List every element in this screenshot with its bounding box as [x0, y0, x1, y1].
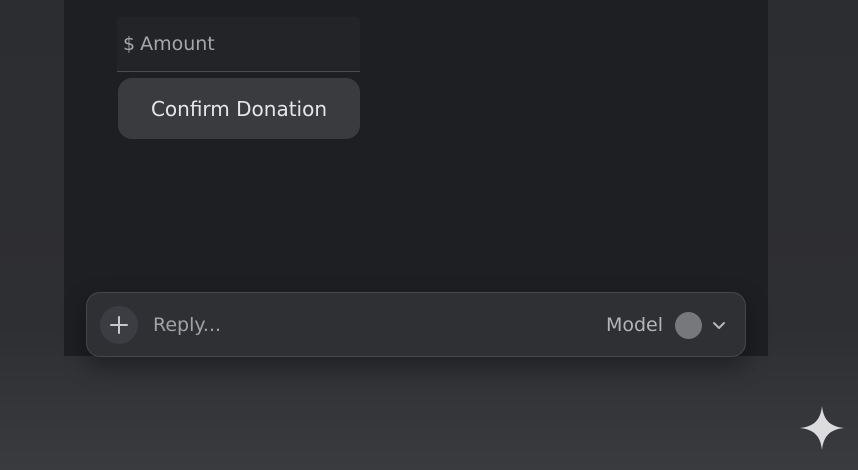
confirm-donation-button[interactable]: Confirm Donation: [118, 78, 360, 139]
model-label: Model: [605, 314, 663, 336]
reply-input[interactable]: [153, 307, 533, 343]
chevron-down-icon: [711, 317, 727, 333]
amount-field[interactable]: $ Amount: [117, 17, 360, 72]
model-status-icon: [675, 311, 702, 339]
add-attachment-button[interactable]: [100, 306, 138, 344]
currency-symbol: $: [123, 33, 136, 55]
amount-placeholder: Amount: [140, 33, 215, 55]
sparkle-icon: [800, 406, 844, 450]
plus-icon: [110, 316, 128, 334]
reply-composer: Model: [86, 292, 746, 357]
model-selector[interactable]: Model: [606, 307, 727, 343]
